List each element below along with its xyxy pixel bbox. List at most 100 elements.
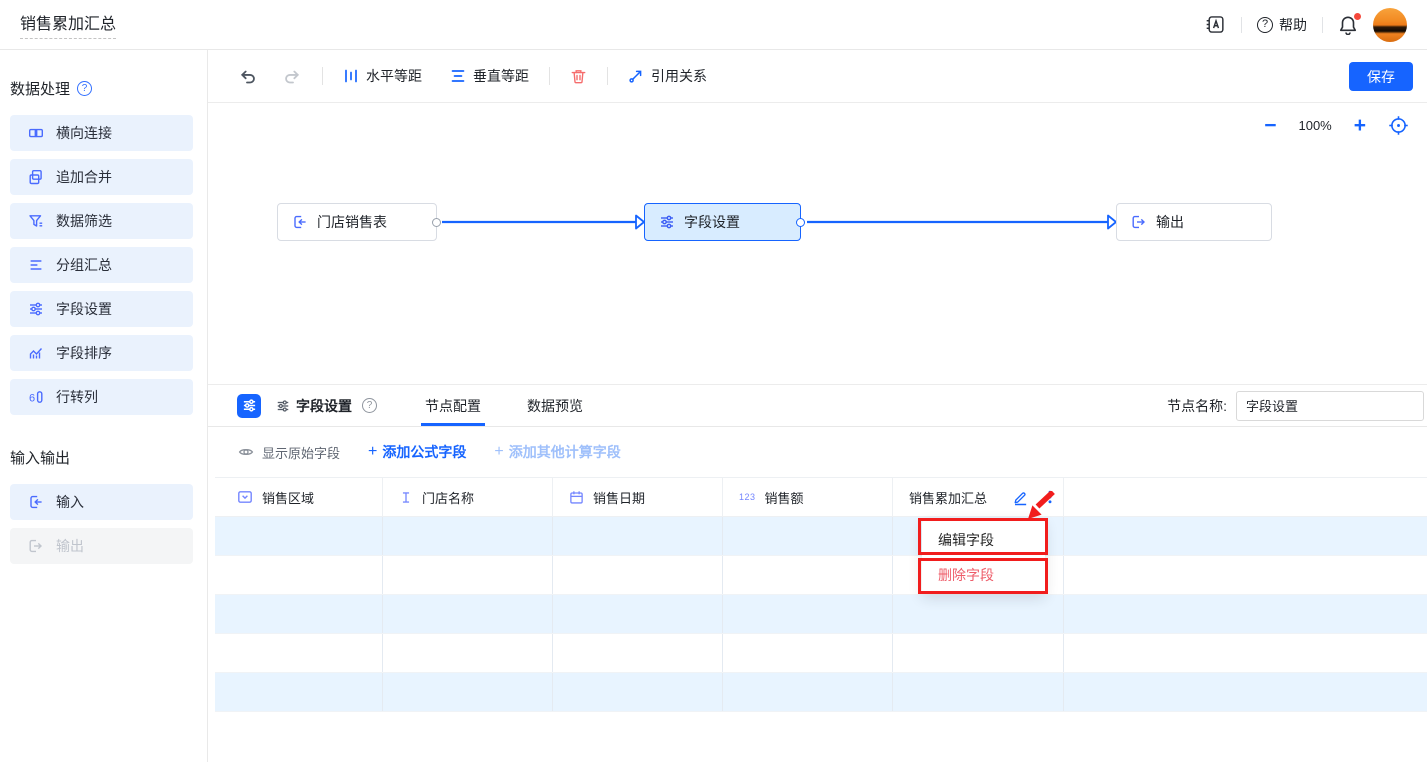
notification-badge (1354, 13, 1361, 20)
sidebar-item-output: 输出 (10, 528, 193, 564)
save-button[interactable]: 保存 (1349, 62, 1413, 91)
flow-canvas[interactable]: − 100% + (208, 103, 1427, 385)
divider (322, 67, 323, 85)
sidebar-item-horizontal-join[interactable]: 横向连接 (10, 115, 193, 151)
vertical-spacing-button[interactable]: 垂直等距 (450, 66, 529, 86)
help-label: 帮助 (1279, 15, 1307, 35)
reference-relation-button[interactable]: 引用关系 (628, 66, 707, 86)
undo-icon (238, 68, 257, 85)
redo-icon (283, 68, 302, 85)
node-field-settings[interactable]: 字段设置 (644, 203, 801, 241)
tab-node-config[interactable]: 节点配置 (421, 385, 485, 426)
sidebar-item-append-merge[interactable]: 追加合并 (10, 159, 193, 195)
app-window: 销售累加汇总 ? 帮助 (0, 0, 1427, 762)
node-output-port[interactable] (432, 218, 441, 227)
node-output[interactable]: 输出 (1116, 203, 1272, 241)
node-name-group: 节点名称: (1167, 391, 1427, 421)
docs-icon[interactable] (1205, 14, 1226, 35)
add-formula-field-label: 添加公式字段 (382, 442, 466, 462)
filter-icon (28, 213, 44, 229)
eye-icon (238, 444, 254, 460)
sidebar-item-data-filter[interactable]: 数据筛选 (10, 203, 193, 239)
question-icon[interactable]: ? (77, 81, 92, 96)
add-formula-field-button[interactable]: + 添加公式字段 (368, 442, 466, 462)
help-icon: ? (1257, 17, 1273, 33)
node-label: 字段设置 (684, 212, 740, 232)
delete-node-button[interactable] (570, 68, 587, 85)
sidebar-item-group-summary[interactable]: 分组汇总 (10, 247, 193, 283)
divider (1322, 17, 1323, 33)
column-actions (1012, 489, 1058, 506)
column-label: 销售累加汇总 (909, 488, 987, 507)
undo-button[interactable] (238, 68, 257, 85)
field-actions-row: 显示原始字段 + 添加公式字段 + 添加其他计算字段 (208, 427, 1427, 477)
column-label: 销售日期 (593, 488, 645, 507)
flow-edges (208, 103, 1426, 385)
sidebar: 数据处理 ? 横向连接 追加合并 数据筛选 (0, 50, 208, 762)
vertical-spacing-icon (450, 68, 466, 84)
output-icon (28, 538, 44, 554)
zoom-out-button[interactable]: − (1264, 115, 1276, 136)
table-row (215, 595, 1427, 634)
horizontal-spacing-icon (343, 68, 359, 84)
locate-button[interactable] (1388, 115, 1409, 136)
node-input-table[interactable]: 门店销售表 (277, 203, 437, 241)
menu-item-edit-field[interactable]: 编辑字段 (922, 522, 1045, 557)
sidebar-item-label: 输出 (56, 536, 84, 556)
question-icon[interactable]: ? (362, 398, 377, 413)
column-label: 门店名称 (422, 488, 474, 507)
tab-data-preview[interactable]: 数据预览 (523, 385, 587, 426)
trash-icon (570, 68, 587, 85)
table-row (215, 634, 1427, 673)
table-row (215, 517, 1427, 556)
panel-title-group: 字段设置 ? (276, 396, 377, 416)
field-sort-icon (28, 345, 44, 361)
sidebar-section-io: 输入输出 (10, 447, 207, 468)
column-header-sales-region[interactable]: 销售区域 (215, 478, 383, 516)
sidebar-item-label: 分组汇总 (56, 255, 112, 275)
help-button[interactable]: ? 帮助 (1257, 15, 1307, 35)
sidebar-item-row-to-column[interactable]: 6 行转列 (10, 379, 193, 415)
sidebar-item-field-sort[interactable]: 字段排序 (10, 335, 193, 371)
node-label: 门店销售表 (317, 212, 387, 232)
panel-title: 字段设置 (296, 396, 352, 416)
node-name-label: 节点名称: (1167, 396, 1227, 416)
edit-field-icon[interactable] (1012, 489, 1029, 506)
divider (549, 67, 550, 85)
panel-tabs: 节点配置 数据预览 (421, 385, 587, 426)
show-original-fields-button[interactable]: 显示原始字段 (238, 443, 340, 462)
notifications-button[interactable] (1338, 15, 1358, 35)
select-field-icon (237, 489, 253, 505)
output-icon (1131, 214, 1147, 230)
column-header-sales-running-total[interactable]: 销售累加汇总 (893, 478, 1064, 516)
divider (607, 67, 608, 85)
number-field-icon: 123 (739, 492, 756, 502)
column-header-sales-date[interactable]: 销售日期 (553, 478, 723, 516)
column-header-store-name[interactable]: 门店名称 (383, 478, 553, 516)
node-name-input[interactable] (1236, 391, 1424, 421)
redo-button[interactable] (283, 68, 302, 85)
column-header-sales-amount[interactable]: 123 销售额 (723, 478, 893, 516)
add-other-calc-field-button: + 添加其他计算字段 (494, 442, 620, 462)
menu-item-delete-field[interactable]: 删除字段 (922, 557, 1045, 592)
avatar[interactable] (1373, 8, 1407, 42)
horizontal-join-icon (28, 125, 44, 141)
node-label: 输出 (1156, 212, 1184, 232)
section-label: 输入输出 (10, 447, 70, 468)
zoom-in-button[interactable]: + (1354, 115, 1366, 136)
node-output-port[interactable] (796, 218, 805, 227)
vertical-spacing-label: 垂直等距 (473, 66, 529, 86)
page-title[interactable]: 销售累加汇总 (20, 10, 116, 39)
section-label: 数据处理 (10, 78, 70, 99)
table-header-row: 销售区域 门店名称 销售日期 (215, 477, 1427, 517)
sidebar-item-input[interactable]: 输入 (10, 484, 193, 520)
sidebar-item-field-settings[interactable]: 字段设置 (10, 291, 193, 327)
add-other-calc-field-label: 添加其他计算字段 (509, 442, 621, 462)
topbar-actions: ? 帮助 (1205, 8, 1407, 42)
main-area: 水平等距 垂直等距 (208, 50, 1427, 762)
horizontal-spacing-button[interactable]: 水平等距 (343, 66, 422, 86)
reference-relation-icon (628, 68, 644, 84)
sidebar-item-label: 字段排序 (56, 343, 112, 363)
more-options-icon[interactable] (1042, 489, 1058, 505)
sidebar-item-label: 追加合并 (56, 167, 112, 187)
